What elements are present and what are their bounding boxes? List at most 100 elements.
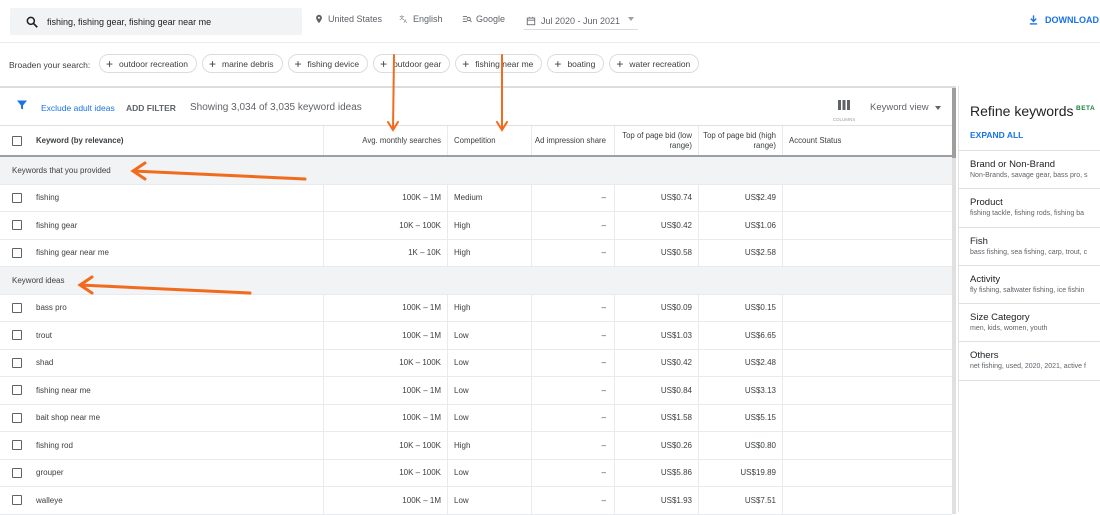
row-checkbox[interactable]	[12, 495, 22, 506]
header-keyword[interactable]: Keyword (by relevance)	[0, 126, 324, 155]
header-avg-monthly-searches[interactable]: Avg. monthly searches	[324, 126, 448, 155]
row-checkbox[interactable]	[12, 330, 22, 341]
avg-monthly-searches-cell: 1K – 10K	[324, 239, 448, 266]
avg-monthly-searches-cell: 100K – 1M	[324, 322, 448, 349]
select-all-checkbox[interactable]	[12, 135, 22, 146]
refine-facet[interactable]: Fish bass fishing, sea fishing, carp, tro…	[959, 228, 1100, 266]
table-row[interactable]: fishing near me 100K – 1M Low – US$0.84 …	[0, 377, 952, 405]
bid-high-cell: US$19.89	[699, 459, 783, 486]
bid-high-cell: US$0.15	[699, 294, 783, 321]
date-range-selector[interactable]: Jul 2020 - Jun 2021	[524, 12, 638, 30]
network-selector[interactable]: Google	[462, 14, 505, 24]
row-checkbox[interactable]	[12, 247, 22, 258]
table-row[interactable]: grouper 10K – 100K Low – US$5.86 US$19.8…	[0, 459, 952, 487]
header-bid-low[interactable]: Top of page bid (low range)	[615, 126, 699, 155]
row-checkbox[interactable]	[12, 357, 22, 368]
refine-facet[interactable]: Product fishing tackle, fishing rods, fis…	[959, 189, 1100, 228]
table-row[interactable]: walleye 100K – 1M Low – US$1.93 US$7.51	[0, 487, 952, 515]
account-status-cell	[783, 185, 952, 212]
refine-facet[interactable]: Activity fly fishing, saltwater fishing, …	[959, 266, 1100, 305]
expand-all-button[interactable]: EXPAND ALL	[970, 130, 1023, 140]
broaden-chips: + outdoor recreation + marine debris + fish…	[99, 54, 700, 73]
add-filter-button[interactable]: ADD FILTER	[126, 103, 176, 113]
broaden-chip[interactable]: + fishing device	[287, 54, 369, 73]
language-selector[interactable]: 文A English	[399, 14, 442, 24]
group-header: Keywords that you provided	[0, 157, 952, 185]
filter-icon[interactable]	[16, 99, 28, 111]
row-checkbox[interactable]	[12, 385, 22, 396]
bid-low-cell: US$0.26	[615, 432, 699, 459]
ad-impression-share-cell: –	[532, 212, 615, 239]
broaden-chip[interactable]: + boating	[547, 54, 605, 73]
keyword-cell: fishing gear	[0, 212, 324, 239]
download-label: DOWNLOAD	[1045, 15, 1099, 25]
table-row[interactable]: fishing 100K – 1M Medium – US$0.74 US$2.…	[0, 184, 952, 212]
bid-low-cell: US$0.74	[615, 184, 699, 211]
avg-monthly-searches-cell: 100K – 1M	[324, 404, 448, 431]
broaden-chip[interactable]: + marine debris	[202, 54, 283, 73]
columns-button[interactable]: COLUMNS	[832, 97, 856, 122]
ad-impression-share-cell: –	[532, 322, 615, 349]
keyword-cell: fishing gear near me	[0, 239, 324, 266]
bid-high-cell: US$6.65	[699, 322, 783, 349]
table-body: Keywords that you provided fishing 100K …	[0, 157, 952, 515]
competition-cell: High	[448, 294, 532, 321]
bid-high-cell: US$2.58	[699, 239, 783, 266]
plus-icon: +	[616, 56, 624, 71]
location-pin-icon	[316, 14, 322, 24]
search-network-icon	[462, 16, 472, 23]
refine-facet[interactable]: Size Category men, kids, women, youth	[959, 304, 1100, 343]
row-checkbox[interactable]	[12, 192, 22, 203]
search-icon	[26, 16, 38, 28]
keyword-cell: shad	[0, 349, 324, 376]
competition-cell: High	[448, 212, 532, 239]
exclude-adult-ideas-filter[interactable]: Exclude adult ideas	[41, 103, 115, 113]
account-status-cell	[783, 405, 952, 432]
broaden-chip[interactable]: + outdoor recreation	[99, 54, 198, 73]
header-competition[interactable]: Competition	[448, 126, 532, 155]
table-row[interactable]: fishing gear near me 1K – 10K High – US$…	[0, 239, 952, 267]
competition-cell: Low	[448, 322, 532, 349]
avg-monthly-searches-cell: 10K – 100K	[324, 349, 448, 376]
competition-cell: High	[448, 432, 532, 459]
keyword-cell: walleye	[0, 487, 324, 514]
row-checkbox[interactable]	[12, 467, 22, 478]
account-status-cell	[783, 240, 952, 267]
keyword-cell: bass pro	[0, 294, 324, 321]
table-row[interactable]: fishing gear 10K – 100K High – US$0.42 U…	[0, 212, 952, 240]
keyword-view-dropdown[interactable]: Keyword view	[870, 102, 941, 113]
broaden-chip[interactable]: + water recreation	[609, 54, 700, 73]
header-account-status[interactable]: Account Status	[783, 126, 952, 155]
table-row[interactable]: bait shop near me 100K – 1M Low – US$1.5…	[0, 404, 952, 432]
avg-monthly-searches-cell: 100K – 1M	[324, 184, 448, 211]
row-checkbox[interactable]	[12, 302, 22, 313]
table-scrollbar[interactable]	[952, 88, 956, 514]
location-selector[interactable]: United States	[314, 14, 382, 24]
header-label: Keyword (by relevance)	[36, 135, 124, 145]
header-ad-impression-share[interactable]: Ad impression share	[532, 126, 615, 155]
scrollbar-thumb[interactable]	[952, 88, 956, 158]
refine-facet[interactable]: Brand or Non-Brand Non-Brands, savage gea…	[959, 151, 1100, 190]
broaden-chip[interactable]: + outdoor gear	[373, 54, 451, 73]
facet-title: Size Category	[970, 312, 1030, 324]
table-row[interactable]: bass pro 100K – 1M High – US$0.09 US$0.1…	[0, 294, 952, 322]
table-row[interactable]: trout 100K – 1M Low – US$1.03 US$6.65	[0, 322, 952, 350]
table-row[interactable]: shad 10K – 100K Low – US$0.42 US$2.48	[0, 349, 952, 377]
refine-facet[interactable]: Others net fishing, used, 2020, 2021, act…	[959, 342, 1100, 381]
broaden-chip[interactable]: + fishing near me	[455, 54, 543, 73]
row-checkbox[interactable]	[12, 412, 22, 423]
search-input[interactable]: fishing, fishing gear, fishing gear near…	[10, 8, 302, 35]
bid-high-cell: US$2.49	[699, 184, 783, 211]
avg-monthly-searches-cell: 100K – 1M	[324, 487, 448, 514]
avg-monthly-searches-cell: 100K – 1M	[324, 377, 448, 404]
columns-icon	[838, 100, 850, 110]
chip-label: water recreation	[629, 58, 691, 69]
bid-high-cell: US$2.48	[699, 349, 783, 376]
row-checkbox[interactable]	[12, 440, 22, 451]
account-status-cell	[783, 432, 952, 459]
table-row[interactable]: fishing rod 10K – 100K High – US$0.26 US…	[0, 432, 952, 460]
header-bid-high[interactable]: Top of page bid (high range)	[699, 126, 783, 155]
network-label: Google	[476, 14, 506, 24]
row-checkbox[interactable]	[12, 220, 22, 231]
download-button[interactable]: DOWNLOAD	[1028, 14, 1099, 26]
